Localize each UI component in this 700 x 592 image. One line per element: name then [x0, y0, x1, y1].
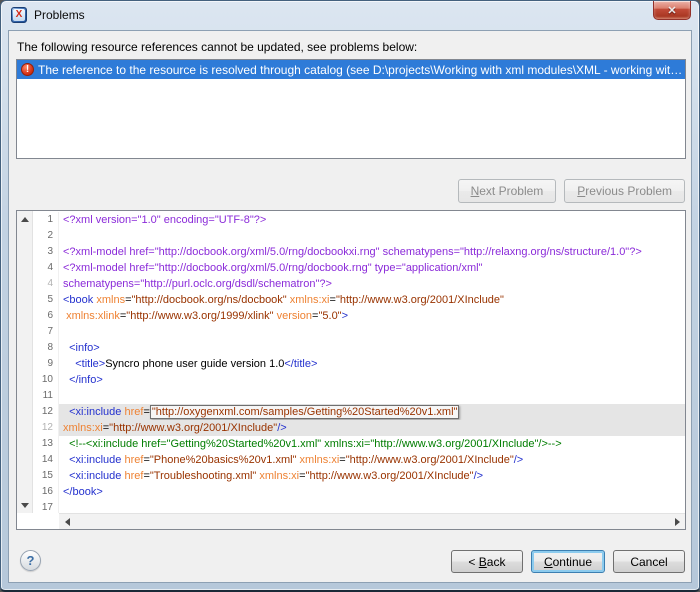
scroll-down-icon: [21, 503, 29, 508]
line-text: schematypens="http://purl.oclc.org/dsdl/…: [59, 276, 685, 292]
scroll-left-button[interactable]: [59, 514, 75, 530]
code-line[interactable]: 14 <xi:include href="Phone%20basics%20v1…: [33, 452, 685, 468]
line-number: 10: [33, 372, 59, 388]
back-button[interactable]: < Back: [451, 550, 523, 573]
code-area[interactable]: 1<?xml version="1.0" encoding="UTF-8"?>2…: [33, 212, 685, 513]
line-number: 12: [33, 420, 59, 436]
window-title: Problems: [34, 8, 85, 22]
code-line[interactable]: 4schematypens="http://purl.oclc.org/dsdl…: [33, 276, 685, 292]
line-number: 15: [33, 468, 59, 484]
code-line[interactable]: 5<book xmlns="http://docbook.org/ns/docb…: [33, 292, 685, 308]
scroll-right-icon: [675, 518, 680, 526]
problem-nav-row: Next Problem Previous Problem: [458, 179, 685, 203]
oxygen-logo-x: X: [13, 9, 25, 21]
line-text: <xi:include href="Phone%20basics%20v1.xm…: [59, 452, 685, 468]
continue-accel: C: [544, 555, 553, 569]
previous-problem-label: revious Problem: [585, 184, 672, 198]
line-text: <xi:include href="Troubleshooting.xml" x…: [59, 468, 685, 484]
line-number: 8: [33, 340, 59, 356]
titlebar[interactable]: X Problems ✕: [1, 1, 699, 30]
problem-text: The reference to the resource is resolve…: [38, 63, 683, 77]
line-text: xmlns:xi="http://www.w3.org/2001/XInclud…: [59, 420, 685, 436]
close-button[interactable]: ✕: [653, 1, 691, 20]
error-icon: !: [21, 63, 34, 76]
line-text: [59, 388, 685, 404]
line-text: xmlns:xlink="http://www.w3.org/1999/xlin…: [59, 308, 685, 324]
line-number: 4: [33, 260, 59, 276]
problems-dialog: X Problems ✕ The following resource refe…: [0, 0, 700, 592]
code-line[interactable]: 7: [33, 324, 685, 340]
continue-button[interactable]: Continue: [531, 550, 605, 573]
scroll-right-button[interactable]: [669, 514, 685, 530]
line-text: <xi:include href="http://oxygenxml.com/s…: [59, 404, 685, 420]
line-text: </info>: [59, 372, 685, 388]
code-line[interactable]: 9 <title>Syncro phone user guide version…: [33, 356, 685, 372]
line-text: <info>: [59, 340, 685, 356]
line-text: <?xml-model href="http://docbook.org/xml…: [59, 244, 685, 260]
line-text: <book xmlns="http://docbook.org/ns/docbo…: [59, 292, 685, 308]
line-number: 3: [33, 244, 59, 260]
code-line[interactable]: 1<?xml version="1.0" encoding="UTF-8"?>: [33, 212, 685, 228]
scroll-up-icon: [21, 217, 29, 222]
editor-horizontal-scrollbar[interactable]: [59, 513, 685, 529]
back-prefix: <: [468, 555, 478, 569]
code-line[interactable]: 15 <xi:include href="Troubleshooting.xml…: [33, 468, 685, 484]
editor-vertical-scrollbar[interactable]: [17, 211, 33, 513]
instruction-text: The following resource references cannot…: [17, 40, 417, 54]
code-line[interactable]: 12 <xi:include href="http://oxygenxml.co…: [33, 404, 685, 420]
line-number: 17: [33, 500, 59, 513]
scroll-left-icon: [65, 518, 70, 526]
close-icon: ✕: [667, 4, 676, 17]
line-number: 13: [33, 436, 59, 452]
line-number: 16: [33, 484, 59, 500]
line-text: [59, 228, 685, 244]
back-accel: B: [479, 555, 487, 569]
help-button[interactable]: ?: [20, 550, 41, 571]
problem-item[interactable]: ! The reference to the resource is resolv…: [17, 60, 685, 79]
previous-problem-button[interactable]: Previous Problem: [564, 179, 685, 203]
code-line[interactable]: 13 <!--<xi:include href="Getting%20Start…: [33, 436, 685, 452]
code-line[interactable]: 2: [33, 228, 685, 244]
line-text: <title>Syncro phone user guide version 1…: [59, 356, 685, 372]
code-line[interactable]: 12xmlns:xi="http://www.w3.org/2001/XIncl…: [33, 420, 685, 436]
line-number: 4: [33, 276, 59, 292]
oxygen-app-icon: X: [11, 7, 27, 23]
line-number: 6: [33, 308, 59, 324]
line-number: 14: [33, 452, 59, 468]
cancel-button[interactable]: Cancel: [613, 550, 685, 573]
line-text: <?xml version="1.0" encoding="UTF-8"?>: [59, 212, 685, 228]
problems-list[interactable]: ! The reference to the resource is resolv…: [16, 59, 686, 159]
next-problem-button[interactable]: Next Problem: [458, 179, 557, 203]
help-icon: ?: [27, 553, 35, 568]
line-number: 11: [33, 388, 59, 404]
next-problem-label: ext Problem: [479, 184, 543, 198]
line-number: 1: [33, 212, 59, 228]
line-text: [59, 500, 685, 513]
line-number: 2: [33, 228, 59, 244]
code-line[interactable]: 17: [33, 500, 685, 513]
code-line[interactable]: 8 <info>: [33, 340, 685, 356]
code-line[interactable]: 16</book>: [33, 484, 685, 500]
xml-editor-panel[interactable]: 1<?xml version="1.0" encoding="UTF-8"?>2…: [16, 210, 686, 530]
line-number: 9: [33, 356, 59, 372]
back-label: ack: [487, 555, 506, 569]
code-line[interactable]: 3<?xml-model href="http://docbook.org/xm…: [33, 244, 685, 260]
dialog-content: The following resource references cannot…: [8, 30, 692, 583]
line-number: 12: [33, 404, 59, 420]
scroll-up-button[interactable]: [17, 211, 33, 227]
code-line[interactable]: 11: [33, 388, 685, 404]
line-number: 7: [33, 324, 59, 340]
footer-button-row: < Back Continue Cancel: [451, 550, 685, 573]
line-text: <?xml-model href="http://docbook.org/xml…: [59, 260, 685, 276]
line-text: <!--<xi:include href="Getting%20Started%…: [59, 436, 685, 452]
code-line[interactable]: 6 xmlns:xlink="http://www.w3.org/1999/xl…: [33, 308, 685, 324]
next-problem-accel: N: [471, 184, 480, 198]
continue-label: ontinue: [553, 555, 592, 569]
code-line[interactable]: 4<?xml-model href="http://docbook.org/xm…: [33, 260, 685, 276]
line-text: [59, 324, 685, 340]
line-text: </book>: [59, 484, 685, 500]
code-line[interactable]: 10 </info>: [33, 372, 685, 388]
scroll-down-button[interactable]: [17, 497, 33, 513]
line-number: 5: [33, 292, 59, 308]
